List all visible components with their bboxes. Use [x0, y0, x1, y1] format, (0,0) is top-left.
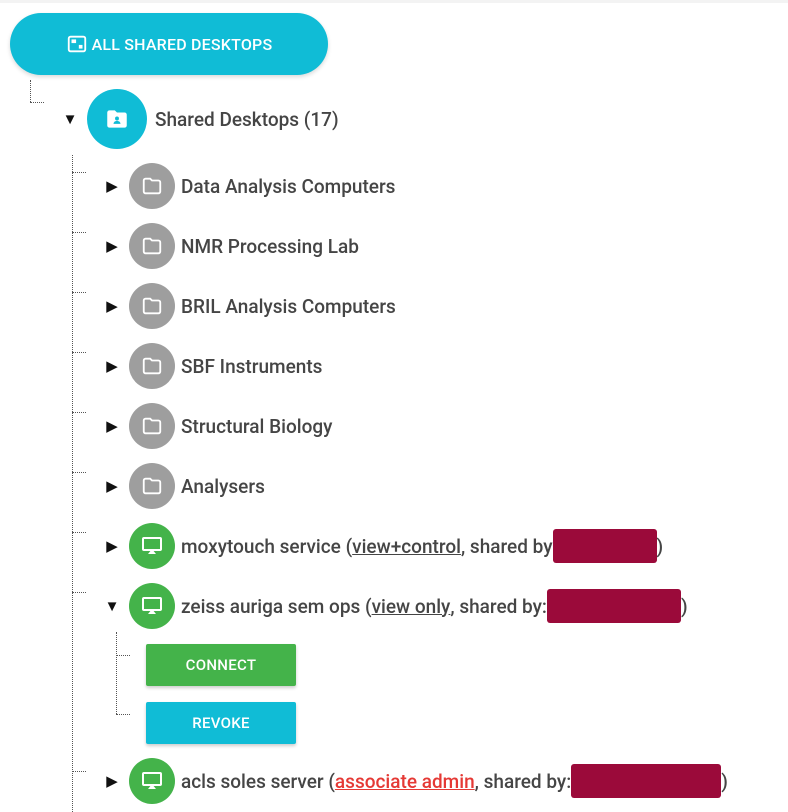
tree-folder-row[interactable]: ▶ NMR Processing Lab	[101, 223, 359, 269]
revoke-button[interactable]: REVOKE	[146, 702, 296, 744]
collapse-arrow-icon[interactable]: ▼	[101, 595, 123, 617]
folder-icon	[129, 223, 175, 269]
tree-folder-row[interactable]: ▶ BRIL Analysis Computers	[101, 283, 396, 329]
expand-arrow-icon[interactable]: ▶	[101, 770, 123, 792]
tree-connector	[116, 655, 130, 656]
root-label[interactable]: Shared Desktops (17)	[155, 108, 339, 131]
permission-link[interactable]: view only	[372, 595, 451, 618]
tree-connector	[72, 532, 86, 533]
tree-folder-row[interactable]: ▶ SBF Instruments	[101, 343, 322, 389]
tree-desktop-row[interactable]: ▶ moxytouch service (view+control, share…	[101, 523, 663, 569]
tree-connector	[72, 771, 86, 772]
tree-desktop-row[interactable]: ▶ acls soles server (associate admin, sh…	[101, 758, 728, 804]
folder-icon	[129, 343, 175, 389]
folder-icon	[129, 463, 175, 509]
tree-connector	[72, 232, 86, 233]
shared-by-text: , shared by:	[450, 594, 547, 618]
desktop-name[interactable]: acls soles server (	[181, 770, 335, 793]
redacted-owner	[571, 764, 722, 798]
tree-folder-row[interactable]: ▶ Structural Biology	[101, 403, 332, 449]
folder-label[interactable]: SBF Instruments	[181, 355, 322, 378]
tree-folder-row[interactable]: ▶ Analysers	[101, 463, 265, 509]
close-paren: )	[656, 534, 664, 558]
all-shared-desktops-label: ALL SHARED DESKTOPS	[91, 34, 273, 54]
redacted-owner	[546, 589, 681, 623]
folder-label[interactable]: Analysers	[181, 475, 265, 498]
shared-by-text: , shared by:	[474, 769, 572, 793]
folder-label[interactable]: Data Analysis Computers	[181, 175, 395, 198]
expand-arrow-icon[interactable]: ▶	[101, 415, 123, 437]
remote-desktop-icon	[129, 523, 175, 569]
tree-connector	[116, 632, 117, 714]
tree-connector	[72, 412, 86, 413]
desktop-name[interactable]: moxytouch service (	[181, 535, 352, 558]
tree-connector	[72, 172, 86, 173]
desktop-label: acls soles server (associate admin, shar…	[181, 764, 728, 798]
redacted-owner	[552, 529, 657, 563]
desktop-name[interactable]: zeiss auriga sem ops (	[181, 595, 372, 618]
all-shared-desktops-button[interactable]: ALL SHARED DESKTOPS	[10, 13, 328, 75]
shared-by-text: , shared by	[460, 534, 553, 558]
tree-connector	[30, 102, 44, 103]
expand-arrow-icon[interactable]: ▶	[101, 175, 123, 197]
top-bar	[0, 0, 788, 3]
permission-link[interactable]: associate admin	[335, 770, 475, 793]
tree-folder-row[interactable]: ▶ Data Analysis Computers	[101, 163, 395, 209]
remote-desktop-icon	[129, 758, 175, 804]
expand-arrow-icon[interactable]: ▶	[101, 475, 123, 497]
tree-connector	[72, 155, 73, 812]
permission-link[interactable]: view+control	[352, 535, 461, 558]
tree-root-shared-desktops: ▼ Shared Desktops (17)	[59, 89, 339, 149]
connect-button[interactable]: CONNECT	[146, 644, 296, 686]
tree-connector	[72, 592, 86, 593]
collapse-arrow-icon[interactable]: ▼	[59, 108, 81, 130]
remote-desktop-icon	[129, 583, 175, 629]
folder-icon	[129, 163, 175, 209]
desktop-window-icon	[66, 33, 88, 55]
tree-connector	[72, 472, 86, 473]
tree-connector	[30, 80, 31, 102]
desktop-label: moxytouch service (view+control, shared …	[181, 529, 663, 563]
tree-connector	[72, 292, 86, 293]
tree-connector	[116, 714, 130, 715]
folder-label[interactable]: NMR Processing Lab	[181, 235, 359, 258]
shared-folder-icon[interactable]	[87, 89, 147, 149]
expand-arrow-icon[interactable]: ▶	[101, 535, 123, 557]
tree-desktop-row[interactable]: ▼ zeiss auriga sem ops (view only, share…	[101, 583, 688, 629]
desktop-label: zeiss auriga sem ops (view only, shared …	[181, 589, 688, 623]
close-paren: )	[721, 769, 728, 793]
folder-icon	[129, 283, 175, 329]
tree-connector	[72, 352, 86, 353]
expand-arrow-icon[interactable]: ▶	[101, 355, 123, 377]
folder-icon	[129, 403, 175, 449]
folder-label[interactable]: Structural Biology	[181, 415, 332, 438]
close-paren: )	[680, 594, 688, 618]
expand-arrow-icon[interactable]: ▶	[101, 235, 123, 257]
folder-label[interactable]: BRIL Analysis Computers	[181, 295, 396, 318]
expand-arrow-icon[interactable]: ▶	[101, 295, 123, 317]
